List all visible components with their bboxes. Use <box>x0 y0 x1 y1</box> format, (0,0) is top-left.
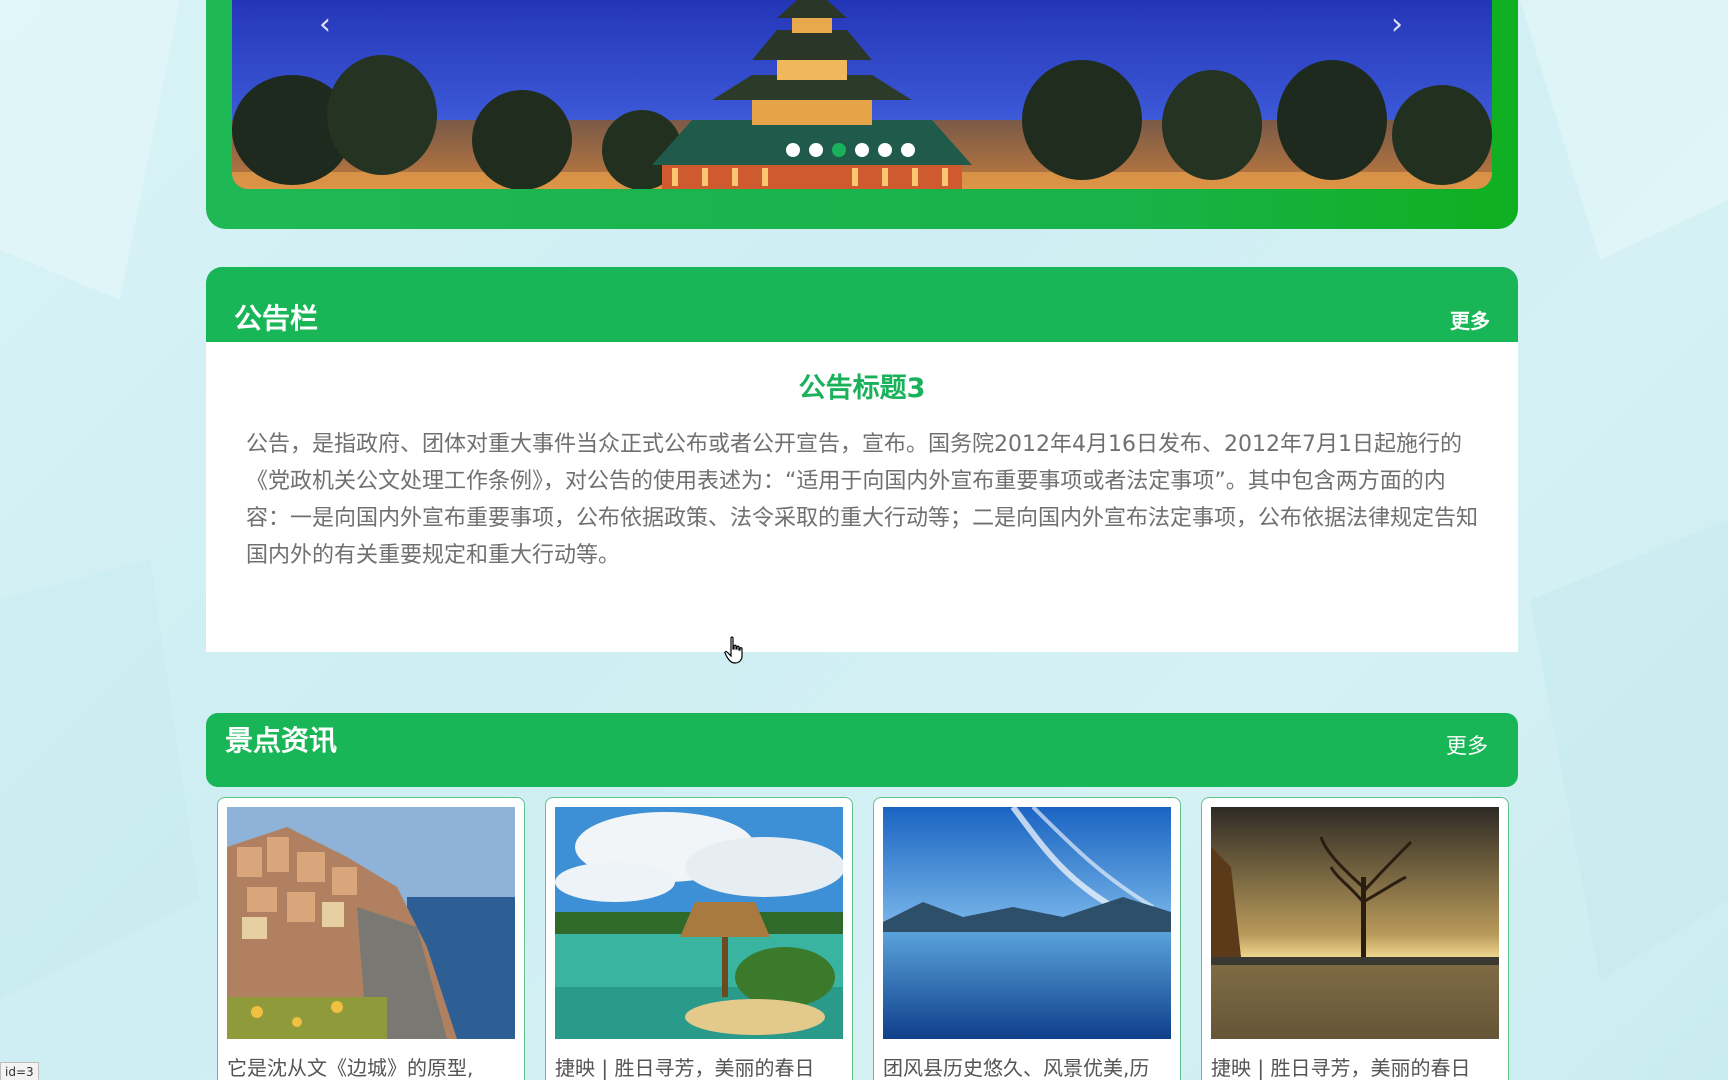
news-card-caption: 捷映 | 胜日寻芳，美丽的春日 <box>555 1056 815 1080</box>
notice-item-text: 公告，是指政府、团体对重大事件当众正式公布或者公开宣告，宣布。国务院2012年4… <box>246 432 1479 568</box>
carousel-dot[interactable] <box>809 143 823 157</box>
carousel-dot[interactable] <box>878 143 892 157</box>
carousel-next-button[interactable]: › <box>1384 10 1410 40</box>
carousel-image <box>232 0 1492 189</box>
notice-body: 公告标题3 公告，是指政府、团体对重大事件当众正式公布或者公开宣告，宣布。国务院… <box>206 342 1518 652</box>
carousel-indicators <box>786 143 915 157</box>
notice-item-heading[interactable]: 公告标题3 <box>206 366 1518 405</box>
news-card-image <box>1211 807 1499 1039</box>
scenic-news-panel: 景点资讯 更多 它是沈从文《边城》的原型, 捷映 | 胜日寻芳，美丽的春日 团风… <box>206 713 1518 1080</box>
carousel-dot[interactable] <box>786 143 800 157</box>
news-card[interactable]: 团风县历史悠久、风景优美,历 <box>873 797 1181 1080</box>
carousel-dot[interactable] <box>855 143 869 157</box>
news-card-caption: 它是沈从文《边城》的原型, <box>227 1056 474 1080</box>
chevron-left-icon: ‹ <box>319 7 331 42</box>
news-card-caption: 捷映 | 胜日寻芳，美丽的春日 <box>1211 1056 1471 1080</box>
banner-carousel: ‹ › <box>206 0 1518 229</box>
news-card-image <box>555 807 843 1039</box>
notice-board-panel: 公告栏 更多 公告标题3 公告，是指政府、团体对重大事件当众正式公布或者公开宣告… <box>206 267 1518 652</box>
news-card[interactable]: 捷映 | 胜日寻芳，美丽的春日 <box>1201 797 1509 1080</box>
news-card-list: 它是沈从文《边城》的原型, 捷映 | 胜日寻芳，美丽的春日 团风县历史悠久、风景… <box>217 797 1509 1080</box>
carousel-dot-active[interactable] <box>832 143 846 157</box>
news-header: 景点资讯 更多 <box>206 713 1518 787</box>
chevron-right-icon: › <box>1391 7 1403 42</box>
carousel-dot[interactable] <box>901 143 915 157</box>
news-card-caption: 团风县历史悠久、风景优美,历 <box>883 1056 1150 1080</box>
news-title: 景点资讯 <box>225 724 338 757</box>
notice-header: 公告栏 更多 <box>206 267 1518 342</box>
news-card[interactable]: 它是沈从文《边城》的原型, <box>217 797 525 1080</box>
news-card-image <box>883 807 1171 1039</box>
status-bar-url: id=3 <box>0 1062 39 1080</box>
carousel-prev-button[interactable]: ‹ <box>312 10 338 40</box>
news-more-link[interactable]: 更多 <box>1446 730 1488 760</box>
notice-more-link[interactable]: 更多 <box>1450 305 1490 334</box>
news-card[interactable]: 捷映 | 胜日寻芳，美丽的春日 <box>545 797 853 1080</box>
notice-title: 公告栏 <box>234 302 319 335</box>
hand-cursor-icon <box>724 636 743 664</box>
news-card-image <box>227 807 515 1039</box>
